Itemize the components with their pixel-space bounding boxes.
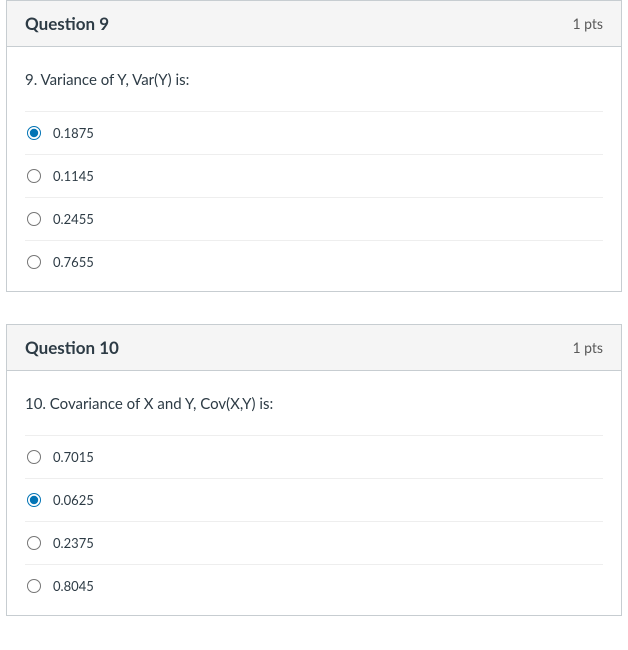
options-list: 0.7015 0.0625 0.2375 0.8045	[25, 435, 603, 607]
radio-input[interactable]	[27, 169, 41, 183]
radio-input[interactable]	[27, 212, 41, 226]
radio-input[interactable]	[27, 255, 41, 269]
question-title: Question 9	[25, 13, 109, 34]
option-label: 0.2375	[53, 535, 94, 551]
question-prompt: 9. Variance of Y, Var(Y) is:	[25, 71, 603, 89]
radio-input[interactable]	[27, 450, 41, 464]
radio-input[interactable]	[27, 536, 41, 550]
option-label: 0.7655	[53, 254, 94, 270]
radio-input[interactable]	[27, 126, 41, 140]
option-row[interactable]: 0.7655	[25, 241, 603, 283]
option-row[interactable]: 0.2455	[25, 198, 603, 241]
option-row[interactable]: 0.1875	[25, 112, 603, 155]
option-row[interactable]: 0.1145	[25, 155, 603, 198]
option-label: 0.2455	[53, 211, 94, 227]
question-prompt: 10. Covariance of X and Y, Cov(X,Y) is:	[25, 395, 603, 413]
question-points: 1 pts	[572, 339, 603, 356]
option-label: 0.0625	[53, 492, 94, 508]
question-header: Question 9 1 pts	[7, 1, 621, 47]
option-label: 0.1145	[53, 168, 94, 184]
question-body: 9. Variance of Y, Var(Y) is: 0.1875 0.11…	[7, 47, 621, 291]
question-title: Question 10	[25, 337, 119, 358]
question-header: Question 10 1 pts	[7, 325, 621, 371]
radio-input[interactable]	[27, 493, 41, 507]
option-label: 0.8045	[53, 578, 94, 594]
option-row[interactable]: 0.0625	[25, 479, 603, 522]
option-label: 0.1875	[53, 125, 94, 141]
question-points: 1 pts	[572, 15, 603, 32]
radio-input[interactable]	[27, 579, 41, 593]
option-row[interactable]: 0.8045	[25, 565, 603, 607]
options-list: 0.1875 0.1145 0.2455 0.7655	[25, 111, 603, 283]
quiz-page: Question 9 1 pts 9. Variance of Y, Var(Y…	[0, 0, 628, 616]
question-card-10: Question 10 1 pts 10. Covariance of X an…	[6, 324, 622, 616]
option-row[interactable]: 0.2375	[25, 522, 603, 565]
option-row[interactable]: 0.7015	[25, 436, 603, 479]
question-card-9: Question 9 1 pts 9. Variance of Y, Var(Y…	[6, 0, 622, 292]
option-label: 0.7015	[53, 449, 94, 465]
question-body: 10. Covariance of X and Y, Cov(X,Y) is: …	[7, 371, 621, 615]
